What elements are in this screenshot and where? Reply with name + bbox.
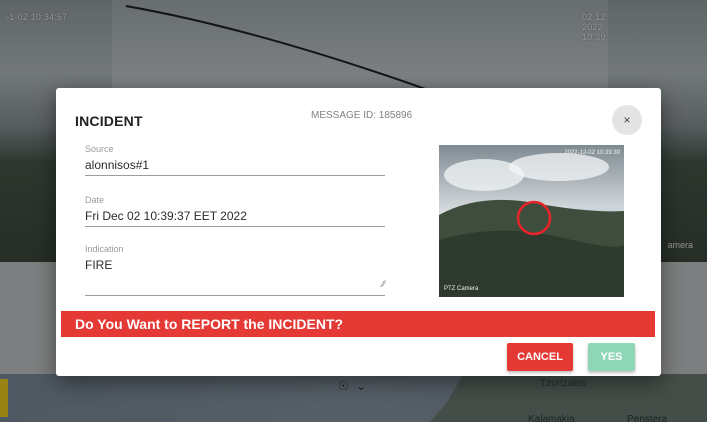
cancel-button[interactable]: CANCEL xyxy=(507,343,573,371)
indication-value: FIRE xyxy=(85,258,113,272)
date-label: Date xyxy=(85,195,105,205)
close-button[interactable]: × xyxy=(612,105,642,135)
source-field[interactable]: Source alonnisos#1 xyxy=(85,144,385,176)
source-underline xyxy=(85,175,385,176)
yes-button[interactable]: YES xyxy=(588,343,635,371)
source-value[interactable]: alonnisos#1 xyxy=(85,158,385,172)
report-prompt-banner: Do You Want to REPORT the INCIDENT? xyxy=(61,311,655,337)
incident-snapshot[interactable]: 2022-12-02 10:39:39 PTZ Camera xyxy=(439,145,624,297)
close-icon: × xyxy=(623,113,631,127)
incident-dialog: INCIDENT MESSAGE ID: 185896 × Source alo… xyxy=(56,88,661,376)
dialog-title: INCIDENT xyxy=(75,113,143,129)
resize-grip-icon[interactable]: ⁄⁄ xyxy=(382,279,385,289)
snapshot-image xyxy=(439,145,624,297)
indication-label: Indication xyxy=(85,244,124,254)
source-label: Source xyxy=(85,144,114,154)
snapshot-camera-label: PTZ Camera xyxy=(444,286,479,292)
indication-field[interactable]: Indication FIRE ⁄⁄ xyxy=(85,244,385,296)
date-field[interactable]: Date Fri Dec 02 10:39:37 EET 2022 xyxy=(85,195,385,227)
indication-textarea[interactable]: FIRE ⁄⁄ xyxy=(85,258,385,292)
date-value[interactable]: Fri Dec 02 10:39:37 EET 2022 xyxy=(85,209,385,223)
indication-underline xyxy=(85,295,385,296)
date-underline xyxy=(85,226,385,227)
message-id: MESSAGE ID: 185896 xyxy=(311,110,413,121)
snapshot-timestamp: 2022-12-02 10:39:39 xyxy=(564,150,620,156)
